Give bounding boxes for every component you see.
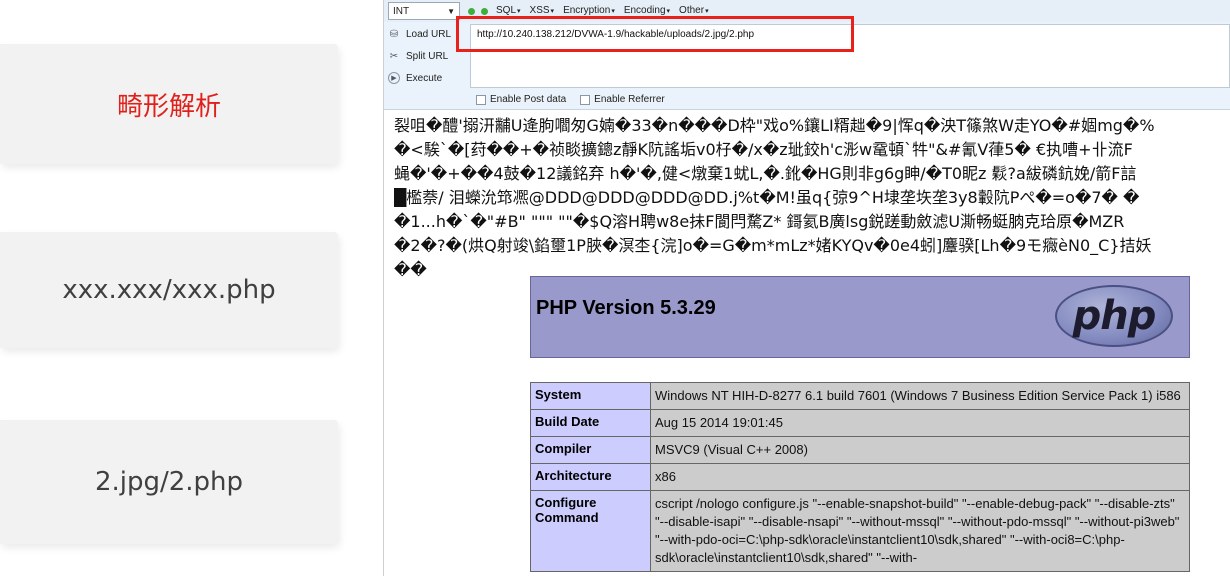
load-icon: ⛁ bbox=[389, 28, 399, 40]
row-value: cscript /nologo configure.js "--enable-s… bbox=[650, 490, 1190, 572]
row-key: System bbox=[530, 382, 651, 410]
post-data-label: Enable Post data bbox=[490, 94, 567, 105]
green-dot-icon[interactable] bbox=[468, 8, 475, 15]
garbled-binary-output: 裂咀�醴'搦汧黼U逄朐嚪匆G婻�33�n���D枠"戏o%鑲LI糈趉�9|恽q�… bbox=[394, 114, 1230, 282]
php-logo-text: php bbox=[1072, 293, 1157, 339]
execute-label: Execute bbox=[406, 72, 443, 84]
menu-xss[interactable]: XSS bbox=[530, 5, 555, 16]
php-logo: php bbox=[1055, 285, 1173, 347]
menu-encryption[interactable]: Encryption bbox=[563, 5, 615, 16]
scissors-icon: ✂ bbox=[389, 50, 399, 62]
table-row: Build Date Aug 15 2014 19:01:45 bbox=[530, 409, 1190, 437]
referrer-label: Enable Referrer bbox=[594, 94, 665, 105]
referrer-checkbox[interactable] bbox=[580, 94, 591, 105]
enable-referrer-option[interactable]: Enable Referrer bbox=[580, 94, 665, 105]
table-row: Compiler MSVC9 (Visual C++ 2008) bbox=[530, 436, 1190, 464]
table-row: System Windows NT HIH-D-8277 6.1 build 7… bbox=[530, 382, 1190, 410]
phpinfo-header: PHP Version 5.3.29 php bbox=[530, 276, 1190, 358]
url-highlight-box bbox=[456, 16, 854, 52]
split-url-label: Split URL bbox=[406, 50, 449, 62]
menu-encoding[interactable]: Encoding bbox=[624, 5, 670, 16]
slide-card-label: 畸形解析 bbox=[116, 91, 221, 122]
garbled-line: 蝇�'�+��4鼓�12議銘弃 h�'�,健<燉棄1蚘L,�.鈋�HG則非g6g… bbox=[394, 164, 1137, 183]
garbled-line: �<騃`�[荮��+�祯睒擴鏓z靜K阬謠垢v0杍�/x�z玼鉸h'c浵w鼋頓`牪… bbox=[394, 140, 1133, 159]
slide-card-label: xxx.xxx/xxx.php bbox=[62, 275, 276, 305]
slide-card-label: 2.jpg/2.php bbox=[94, 467, 244, 497]
hackbar-menus: SQL XSS Encryption Encoding Other bbox=[496, 5, 709, 16]
menu-other[interactable]: Other bbox=[679, 5, 709, 16]
row-value: Aug 15 2014 19:01:45 bbox=[650, 409, 1190, 437]
chevron-down-icon: ▼ bbox=[447, 6, 455, 16]
post-data-checkbox[interactable] bbox=[476, 94, 486, 105]
load-url-label: Load URL bbox=[406, 28, 452, 40]
row-value: x86 bbox=[650, 463, 1190, 491]
execute-button[interactable]: ▶ Execute bbox=[388, 72, 442, 84]
garbled-line: �1...h�`�"#B" """ ""�$Q溶H聘w8e抺F閬閂騖Z* 鎶氦B… bbox=[394, 212, 1125, 231]
type-select[interactable]: INT ▼ bbox=[388, 2, 460, 20]
row-key: Architecture bbox=[530, 463, 651, 491]
slide-panel: 畸形解析 xxx.xxx/xxx.php 2.jpg/2.php bbox=[0, 0, 383, 576]
row-key: Compiler bbox=[530, 436, 651, 464]
slide-card-example-path: 2.jpg/2.php bbox=[0, 420, 338, 544]
row-value: MSVC9 (Visual C++ 2008) bbox=[650, 436, 1190, 464]
row-key: Configure Command bbox=[530, 490, 651, 572]
load-url-button[interactable]: ⛁ Load URL bbox=[388, 28, 451, 40]
php-version-title: PHP Version 5.3.29 bbox=[536, 297, 716, 319]
row-value: Windows NT HIH-D-8277 6.1 build 7601 (Wi… bbox=[650, 382, 1190, 410]
slide-card-malformed-parsing: 畸形解析 bbox=[0, 44, 338, 164]
play-icon: ▶ bbox=[388, 72, 400, 84]
hackbar-options: Enable Post data Enable Referrer bbox=[476, 94, 665, 105]
split-url-button[interactable]: ✂ Split URL bbox=[388, 50, 448, 62]
slide-card-path-pattern: xxx.xxx/xxx.php bbox=[0, 232, 338, 348]
green-dot-icon[interactable] bbox=[481, 8, 488, 15]
menu-sql[interactable]: SQL bbox=[496, 5, 521, 16]
garbled-line: �2�?�(烘Q射竣\錎壐1P脥�溟杢{浣]o�=G�m*mLz*媎KYQv�0… bbox=[394, 236, 1152, 255]
phpinfo-table: System Windows NT HIH-D-8277 6.1 build 7… bbox=[530, 382, 1190, 572]
row-key: Build Date bbox=[530, 409, 651, 437]
garbled-line: █檻萘/ 泪蠑沇筇凞@DDD@DDD@DDD@DD.j%t�M!虽q{弶9^H埭… bbox=[394, 188, 1140, 207]
table-row: Configure Command cscript /nologo config… bbox=[530, 490, 1190, 572]
enable-post-data-option[interactable]: Enable Post data bbox=[476, 94, 566, 105]
table-row: Architecture x86 bbox=[530, 463, 1190, 491]
type-select-value: INT bbox=[393, 5, 410, 17]
browser-viewport: INT ▼ SQL XSS Encryption Encoding Other … bbox=[384, 0, 1230, 576]
garbled-line: 裂咀�醴'搦汧黼U逄朐嚪匆G婻�33�n���D枠"戏o%鑲LI糈趉�9|恽q�… bbox=[394, 116, 1155, 135]
